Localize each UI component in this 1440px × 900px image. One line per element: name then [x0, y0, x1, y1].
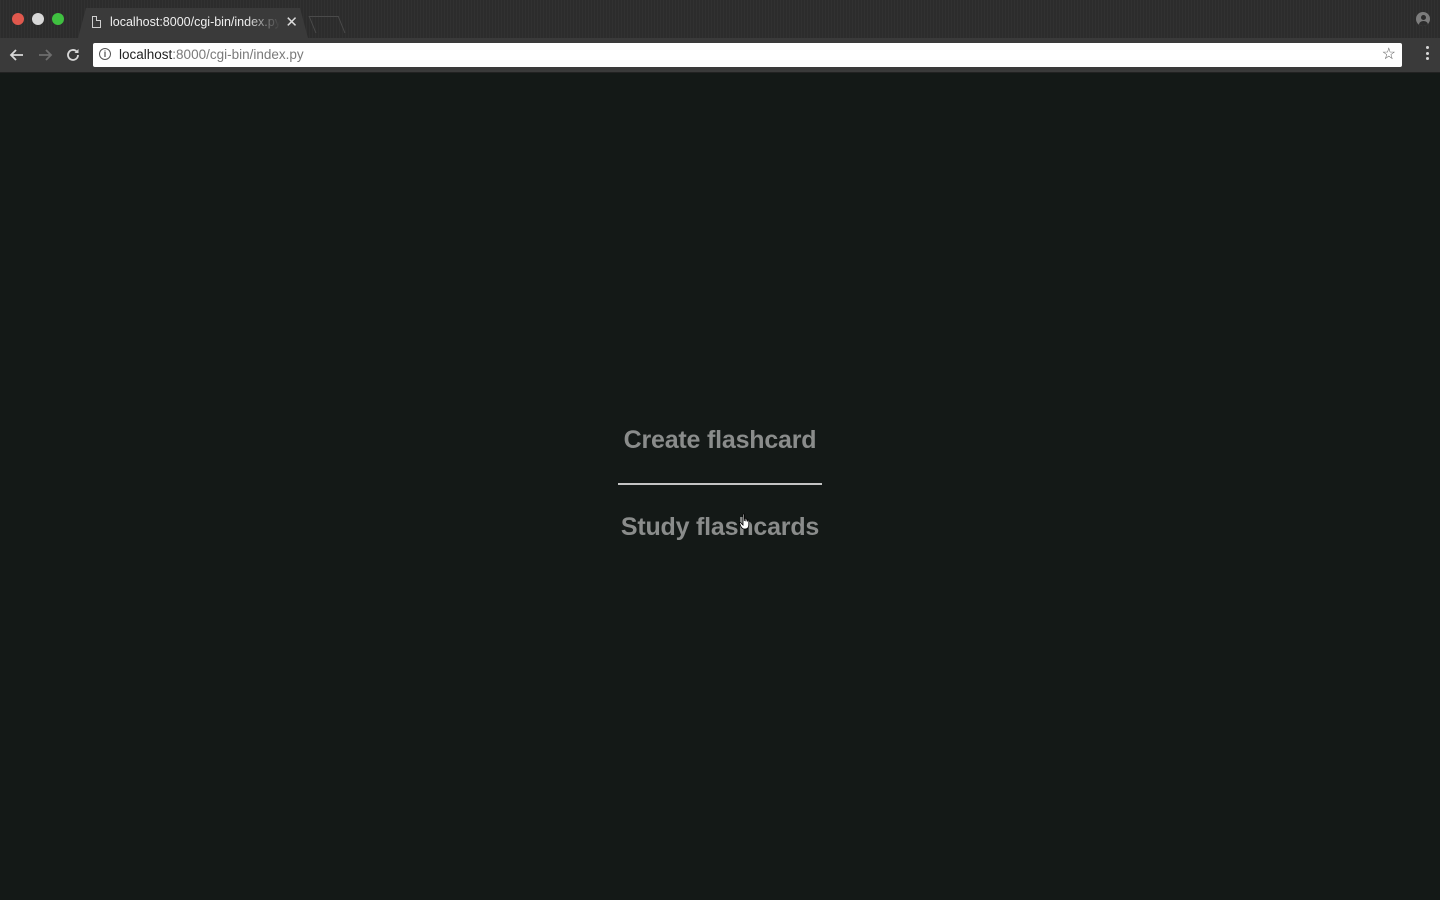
- window-minimize-button[interactable]: [32, 13, 44, 25]
- url-host: localhost: [119, 47, 173, 62]
- menu-divider: [618, 483, 822, 485]
- document-icon: [92, 16, 101, 28]
- arrow-right-icon: [39, 49, 53, 61]
- back-button[interactable]: [6, 44, 28, 66]
- bookmark-star-icon[interactable]: ☆: [1382, 44, 1396, 64]
- url-path: :8000/cgi-bin/index.py: [172, 47, 304, 62]
- browser-tab[interactable]: localhost:8000/cgi-bin/index.py ✕: [78, 8, 308, 38]
- reload-button[interactable]: [62, 44, 84, 66]
- new-tab-button[interactable]: [308, 16, 346, 33]
- window-maximize-button[interactable]: [52, 13, 64, 25]
- hand-pointer-cursor-icon: [739, 513, 750, 530]
- url-text[interactable]: localhost:8000/cgi-bin/index.py: [119, 47, 304, 62]
- browser-toolbar: i localhost:8000/cgi-bin/index.py ☆: [0, 38, 1440, 73]
- profile-icon[interactable]: [1416, 12, 1430, 26]
- window-close-button[interactable]: [12, 13, 24, 25]
- tab-title: localhost:8000/cgi-bin/index.py: [110, 15, 280, 29]
- browser-titlebar: localhost:8000/cgi-bin/index.py ✕: [0, 0, 1440, 38]
- info-icon[interactable]: i: [99, 48, 111, 60]
- study-flashcards-link[interactable]: Study flashcards: [0, 513, 1440, 542]
- tab-close-icon[interactable]: ✕: [285, 13, 298, 31]
- browser-menu-icon[interactable]: [1426, 46, 1430, 63]
- create-flashcard-link[interactable]: Create flashcard: [0, 426, 1440, 455]
- address-bar[interactable]: i localhost:8000/cgi-bin/index.py ☆: [93, 43, 1402, 67]
- reload-icon: [67, 49, 79, 61]
- forward-button[interactable]: [34, 44, 56, 66]
- page-content: Create flashcard Study flashcards: [0, 73, 1440, 900]
- arrow-left-icon: [9, 49, 23, 61]
